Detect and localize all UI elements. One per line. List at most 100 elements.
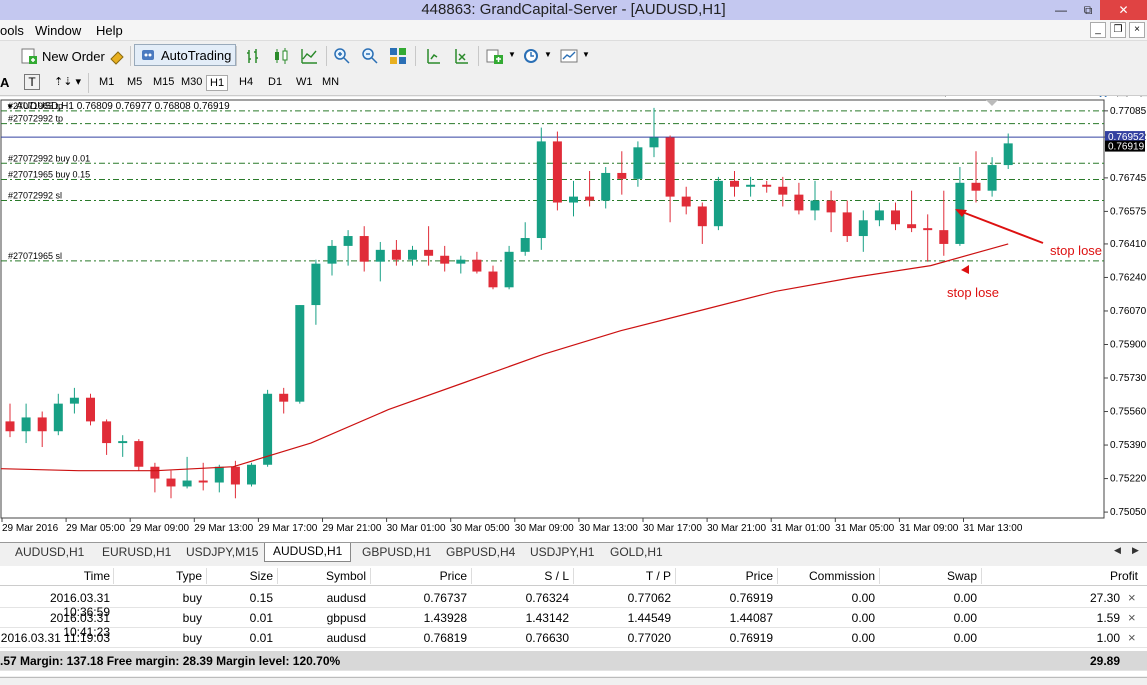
table-row[interactable]: 2016.03.31 10:36:59 buy 0.15 audusd 0.76737 0…	[0, 588, 1147, 619]
tab-audusd-h1-active[interactable]: AUDUSD,H1	[264, 543, 352, 562]
bar-chart-icon[interactable]	[244, 47, 262, 65]
candle	[633, 147, 643, 179]
autoscroll-icon[interactable]	[452, 47, 470, 65]
mdi-restore-button[interactable]: ❐	[1110, 22, 1126, 38]
candlestick-chart[interactable]: #27071965 tp#27072992 tp#27072992 buy 0.…	[0, 97, 1147, 542]
cell-tp: 0.77020	[627, 631, 671, 645]
cell-size: 0.15	[249, 591, 273, 605]
y-tick-label: 0.76745	[1110, 173, 1147, 184]
col-type[interactable]: Type	[130, 569, 202, 583]
text-label-icon[interactable]: A	[0, 75, 9, 90]
chevron-down-icon[interactable]: ▼	[582, 50, 590, 59]
timeframe-d1[interactable]: D1	[265, 75, 285, 89]
candle	[617, 172, 627, 179]
col-commission[interactable]: Commission	[780, 569, 875, 583]
timeframe-h1[interactable]: H1	[206, 75, 229, 91]
mdi-minimize-button[interactable]: _	[1090, 22, 1106, 38]
cell-profit: 1.00	[1096, 631, 1120, 645]
menu-window[interactable]: Window	[35, 23, 81, 38]
menu-help[interactable]: Help	[96, 23, 123, 38]
timeframe-m1[interactable]: M1	[96, 75, 117, 89]
tab-scroll-right-icon[interactable]: ▶	[1132, 545, 1139, 556]
close-order-icon[interactable]: ×	[1128, 610, 1136, 625]
timeframe-m15[interactable]: M15	[150, 75, 177, 89]
y-tick-label: 0.75730	[1110, 373, 1147, 384]
tab-audusd-h1[interactable]: AUDUSD,H1	[15, 545, 84, 559]
indicators-icon[interactable]	[486, 47, 504, 65]
col-tp[interactable]: T / P	[580, 569, 671, 583]
candle	[424, 249, 434, 256]
tile-windows-icon[interactable]	[389, 47, 407, 65]
col-profit[interactable]: Profit	[985, 569, 1138, 583]
market-watch-icon[interactable]	[108, 47, 126, 65]
zoom-out-icon[interactable]	[361, 47, 379, 65]
candle	[375, 249, 385, 262]
cell-current-price: 1.44087	[729, 611, 773, 625]
tab-scroll-left-icon[interactable]: ◀	[1114, 545, 1121, 556]
candlestick-icon[interactable]	[272, 47, 290, 65]
chevron-down-icon[interactable]: ▼	[544, 50, 552, 59]
minimize-button[interactable]: —	[1046, 0, 1076, 20]
tab-gbpusd-h1[interactable]: GBPUSD,H1	[362, 545, 431, 559]
periods-clock-icon[interactable]	[522, 47, 540, 65]
templates-icon[interactable]	[560, 47, 578, 65]
candle	[971, 182, 981, 191]
chart-header: ▼ AUDUSD,H1 0.76809 0.76977 0.76808 0.76…	[6, 101, 230, 112]
timeframe-h4[interactable]: H4	[236, 75, 256, 89]
price-chart[interactable]: #27071965 tp #27072992 tp #27072992 buy 0.…	[0, 97, 1147, 542]
timeframe-w1[interactable]: W1	[293, 75, 316, 89]
cell-tp: 1.44549	[627, 611, 671, 625]
col-price[interactable]: Price	[380, 569, 467, 583]
autotrading-label: AutoTrading	[161, 47, 232, 63]
col-swap[interactable]: Swap	[885, 569, 977, 583]
candle	[391, 249, 401, 260]
tab-usdjpy-h1[interactable]: USDJPY,H1	[530, 545, 594, 559]
close-button[interactable]: ✕	[1100, 0, 1147, 20]
restore-button[interactable]: ⧉	[1076, 0, 1100, 20]
table-row[interactable]: 2016.03.31 11:19:03 buy 0.01 audusd 0.76819 0…	[0, 628, 1147, 648]
tab-eurusd-h1[interactable]: EURUSD,H1	[102, 545, 171, 559]
timeframe-m5[interactable]: M5	[124, 75, 145, 89]
y-tick-label: 0.76575	[1110, 206, 1147, 217]
candle	[21, 417, 31, 432]
tab-gold-h1[interactable]: GOLD,H1	[610, 545, 663, 559]
zoom-in-icon[interactable]	[333, 47, 351, 65]
arrows-icon[interactable]: ⇡⇣ ▾	[54, 75, 81, 88]
chevron-down-icon[interactable]: ▼	[508, 50, 516, 59]
chart-menu-icon[interactable]: ▼	[6, 102, 14, 111]
new-order-label: New Order	[42, 48, 105, 64]
menu-tools[interactable]: ools	[0, 23, 24, 38]
col-sl[interactable]: S / L	[480, 569, 569, 583]
timeframe-m30[interactable]: M30	[178, 75, 205, 89]
candle	[69, 397, 79, 404]
x-tick-label: 29 Mar 21:00	[323, 523, 382, 534]
window-title: 448863: GrandCapital-Server - [AUDUSD,H1…	[421, 1, 726, 18]
text-box-icon[interactable]: T	[24, 74, 40, 90]
chart-shift-icon[interactable]	[424, 47, 442, 65]
line-chart-icon[interactable]	[300, 47, 318, 65]
autotrading-button[interactable]: AutoTrading	[134, 44, 237, 66]
candle	[697, 206, 707, 227]
tab-gbpusd-h4[interactable]: GBPUSD,H4	[446, 545, 515, 559]
col-time[interactable]: Time	[30, 569, 110, 583]
close-order-icon[interactable]: ×	[1128, 630, 1136, 645]
candle	[569, 196, 578, 203]
timeframe-mn[interactable]: MN	[319, 75, 342, 89]
candle	[440, 255, 450, 264]
new-order-icon	[20, 47, 38, 65]
candle	[472, 259, 482, 272]
tab-usdjpy-m15[interactable]: USDJPY,M15	[186, 545, 258, 559]
new-order-button[interactable]: New Order	[20, 45, 105, 67]
col-size[interactable]: Size	[210, 569, 273, 583]
close-order-icon[interactable]: ×	[1128, 590, 1136, 605]
col-current-price[interactable]: Price	[680, 569, 773, 583]
col-symbol[interactable]: Symbol	[280, 569, 366, 583]
candle	[198, 480, 208, 483]
cell-swap: 0.00	[953, 591, 977, 605]
cell-sl: 0.76630	[525, 631, 569, 645]
table-row[interactable]: 2016.03.31 10:41:23 buy 0.01 gbpusd 1.43928 1…	[0, 608, 1147, 639]
cell-commission: 0.00	[851, 591, 875, 605]
mdi-close-button[interactable]: ×	[1129, 22, 1145, 38]
y-tick-label: 0.75560	[1110, 407, 1147, 418]
cell-current-price: 0.76919	[729, 631, 773, 645]
